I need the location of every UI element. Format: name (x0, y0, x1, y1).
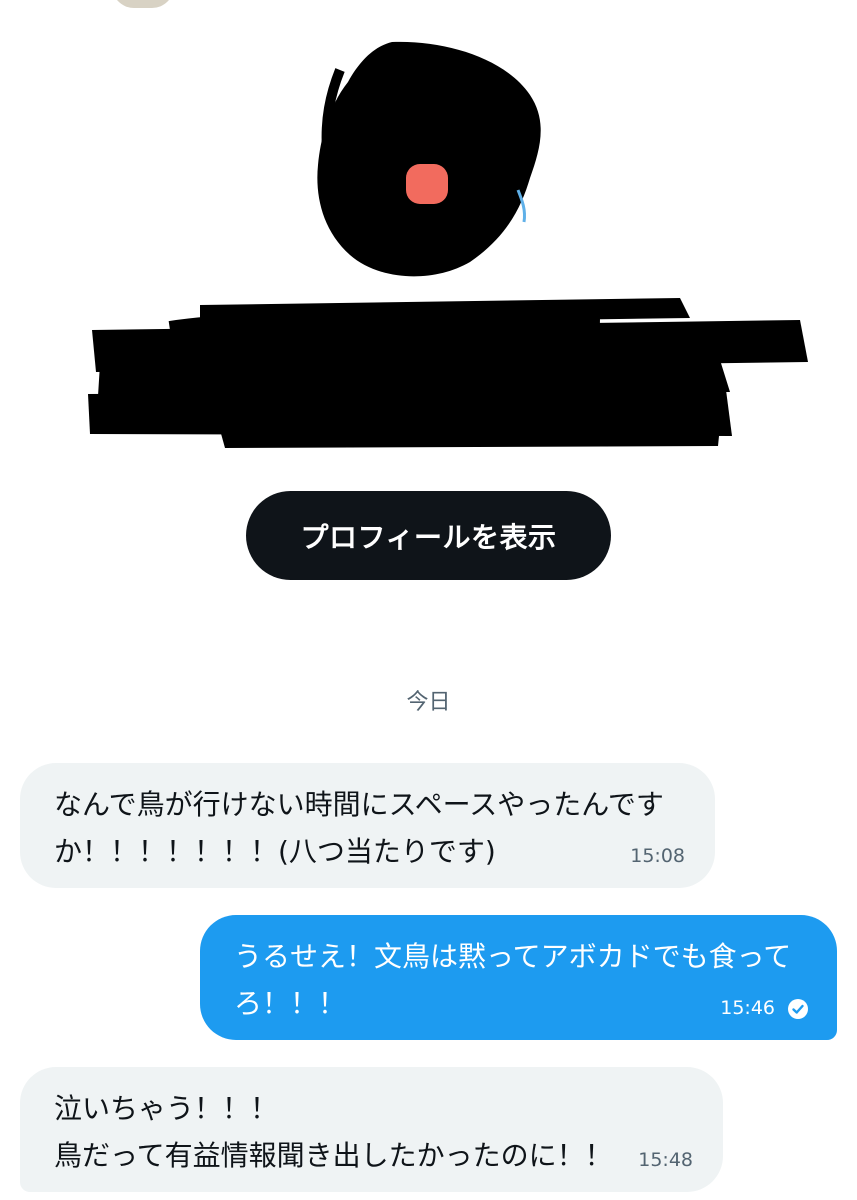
message-timestamp: 15:46 (720, 997, 775, 1019)
read-check-icon (788, 999, 808, 1019)
message-timestamp: 15:08 (630, 845, 685, 867)
incoming-message[interactable]: 泣いちゃう！！！ 鳥だって有益情報聞き出したかったのに！！ 15:48 (20, 1067, 723, 1192)
date-divider: 今日 (406, 690, 451, 715)
incoming-message[interactable]: なんで鳥が行けない時間にスペースやったんです か！！！！！！！(八つ当たりです)… (20, 763, 715, 888)
message-text: 泣いちゃう！！！ 鳥だって有益情報聞き出したかったのに！！ (54, 1092, 613, 1172)
redacted-name-bio (88, 298, 808, 448)
message-text: なんで鳥が行けない時間にスペースやったんです か！！！！！！！(八つ当たりです) (54, 788, 664, 868)
outgoing-message[interactable]: うるせえ！文鳥は黙ってアボカドでも食って ろ！！！ 15:46 (200, 915, 837, 1040)
view-profile-button[interactable]: プロフィールを表示 (246, 491, 611, 580)
message-timestamp: 15:48 (638, 1149, 693, 1171)
